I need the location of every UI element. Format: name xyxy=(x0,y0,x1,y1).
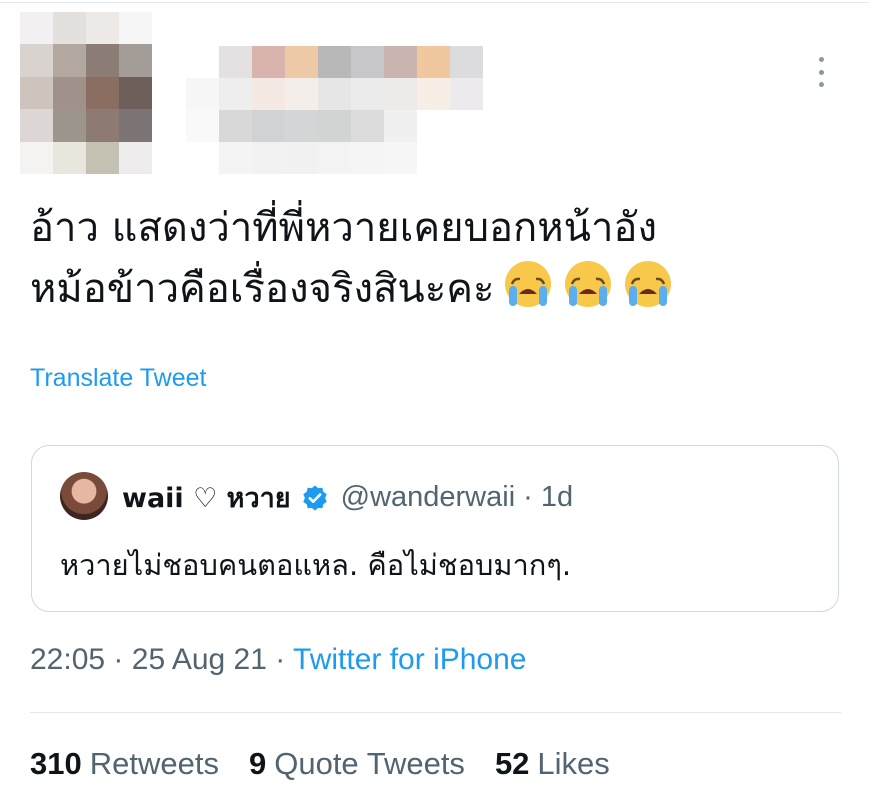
likes-stat[interactable]: 52 Likes xyxy=(495,746,610,782)
pixel-block xyxy=(53,44,86,77)
pixel-block xyxy=(20,12,53,45)
pixel-block xyxy=(219,142,252,174)
pixel-block xyxy=(53,141,86,174)
quoted-user-avatar[interactable] xyxy=(60,472,108,520)
tweet-date[interactable]: 25 Aug 21 xyxy=(132,643,267,676)
pixel-block xyxy=(86,141,119,174)
censored-user-name xyxy=(186,46,486,174)
pixel-block xyxy=(20,76,53,110)
pixel-block xyxy=(417,110,450,142)
tweet-meta: 22:05 · 25 Aug 21 · Twitter for iPhone xyxy=(30,643,526,677)
retweets-label: Retweets xyxy=(89,746,219,781)
pixel-block xyxy=(417,46,450,78)
pixel-block xyxy=(417,78,450,110)
pixel-block xyxy=(252,78,285,110)
pixel-block xyxy=(219,110,252,142)
pixel-block xyxy=(351,110,384,142)
quote-tweets-count: 9 xyxy=(248,746,267,781)
likes-count: 52 xyxy=(494,746,530,781)
pixel-block xyxy=(53,76,86,110)
meta-separator: · xyxy=(113,643,124,676)
likes-label: Likes xyxy=(537,746,610,781)
pixel-block xyxy=(219,78,252,110)
pixel-block xyxy=(417,142,450,174)
tweet-text-line-2: หม้อข้าวคือเรื่องจริงสินะคะ xyxy=(30,258,840,319)
tweet-text-line-1: อ้าว แสดงว่าที่พี่หวายเคยบอกหน้าอัง xyxy=(30,205,657,251)
pixel-block xyxy=(351,142,384,174)
retweets-stat[interactable]: 310 Retweets xyxy=(30,746,219,782)
pixel-block xyxy=(20,141,53,174)
pixel-block xyxy=(450,78,483,110)
pixel-block xyxy=(20,44,53,77)
pixel-block xyxy=(384,142,417,174)
crying-face-emoji-icon xyxy=(505,261,552,307)
pixel-block xyxy=(53,109,86,142)
pixel-block xyxy=(450,142,483,174)
quoted-user-name[interactable]: waii ♡ หวาย xyxy=(122,476,291,519)
pixel-block xyxy=(119,12,152,45)
pixel-block xyxy=(86,12,119,45)
header-separator: · xyxy=(523,481,533,513)
pixel-block xyxy=(119,44,152,77)
meta-separator: · xyxy=(275,643,286,676)
tweet-text: อ้าว แสดงว่าที่พี่หวายเคยบอกหน้าอัง หม้อ… xyxy=(30,198,840,319)
pixel-block xyxy=(285,46,318,78)
pixel-block xyxy=(53,12,86,45)
pixel-block xyxy=(119,76,152,110)
pixel-block xyxy=(318,110,351,142)
pixel-block xyxy=(186,110,219,142)
pixel-block xyxy=(119,109,152,142)
translate-tweet-link[interactable]: Translate Tweet xyxy=(30,364,206,393)
pixel-block xyxy=(20,109,53,142)
pixel-block xyxy=(318,142,351,174)
pixel-block xyxy=(384,78,417,110)
pixel-block xyxy=(285,78,318,110)
pixel-block xyxy=(219,46,252,78)
pixel-block xyxy=(384,110,417,142)
tweet-stats: 310 Retweets 9 Quote Tweets 52 Likes xyxy=(30,746,610,782)
pixel-block xyxy=(252,110,285,142)
tweet-source-link[interactable]: Twitter for iPhone xyxy=(293,643,526,676)
verified-badge-icon xyxy=(302,485,327,510)
pixel-block xyxy=(86,109,119,142)
pixel-block xyxy=(351,46,384,78)
pixel-block xyxy=(318,46,351,78)
censored-avatar xyxy=(20,12,152,174)
pixel-block xyxy=(186,142,219,174)
tweet-time[interactable]: 22:05 xyxy=(30,643,105,676)
pixel-block xyxy=(351,78,384,110)
pixel-block xyxy=(86,76,119,110)
quoted-user-handle[interactable]: @wanderwaii xyxy=(341,481,516,514)
tweet-text-line-2-text: หม้อข้าวคือเรื่องจริงสินะคะ xyxy=(30,266,495,312)
quote-tweets-label: Quote Tweets xyxy=(274,746,465,781)
pixel-block xyxy=(285,142,318,174)
pixel-block xyxy=(450,110,483,142)
pixel-block xyxy=(384,46,417,78)
crying-face-emoji-icon xyxy=(625,261,672,307)
quoted-tweet-card[interactable]: waii ♡ หวาย @wanderwaii · 1d หวายไม่ชอบค… xyxy=(31,445,839,612)
pixel-block xyxy=(252,46,285,78)
stats-divider xyxy=(30,712,841,713)
quote-tweets-stat[interactable]: 9 Quote Tweets xyxy=(249,746,465,782)
pixel-block xyxy=(450,46,483,78)
pixel-block xyxy=(86,44,119,77)
more-options-icon[interactable] xyxy=(812,54,830,90)
retweets-count: 310 xyxy=(30,746,82,781)
quoted-tweet-age[interactable]: 1d xyxy=(541,481,573,514)
top-divider xyxy=(0,2,869,3)
pixel-block xyxy=(119,141,152,174)
quoted-tweet-text: หวายไม่ชอบคนตอแหล. คือไม่ชอบมากๆ. xyxy=(60,548,572,582)
quoted-tweet-header: waii ♡ หวาย @wanderwaii · 1d xyxy=(122,476,573,519)
pixel-block xyxy=(186,78,219,110)
pixel-block xyxy=(252,142,285,174)
crying-face-emoji-icon xyxy=(565,261,612,307)
pixel-block xyxy=(318,78,351,110)
pixel-block xyxy=(186,46,219,78)
pixel-block xyxy=(285,110,318,142)
